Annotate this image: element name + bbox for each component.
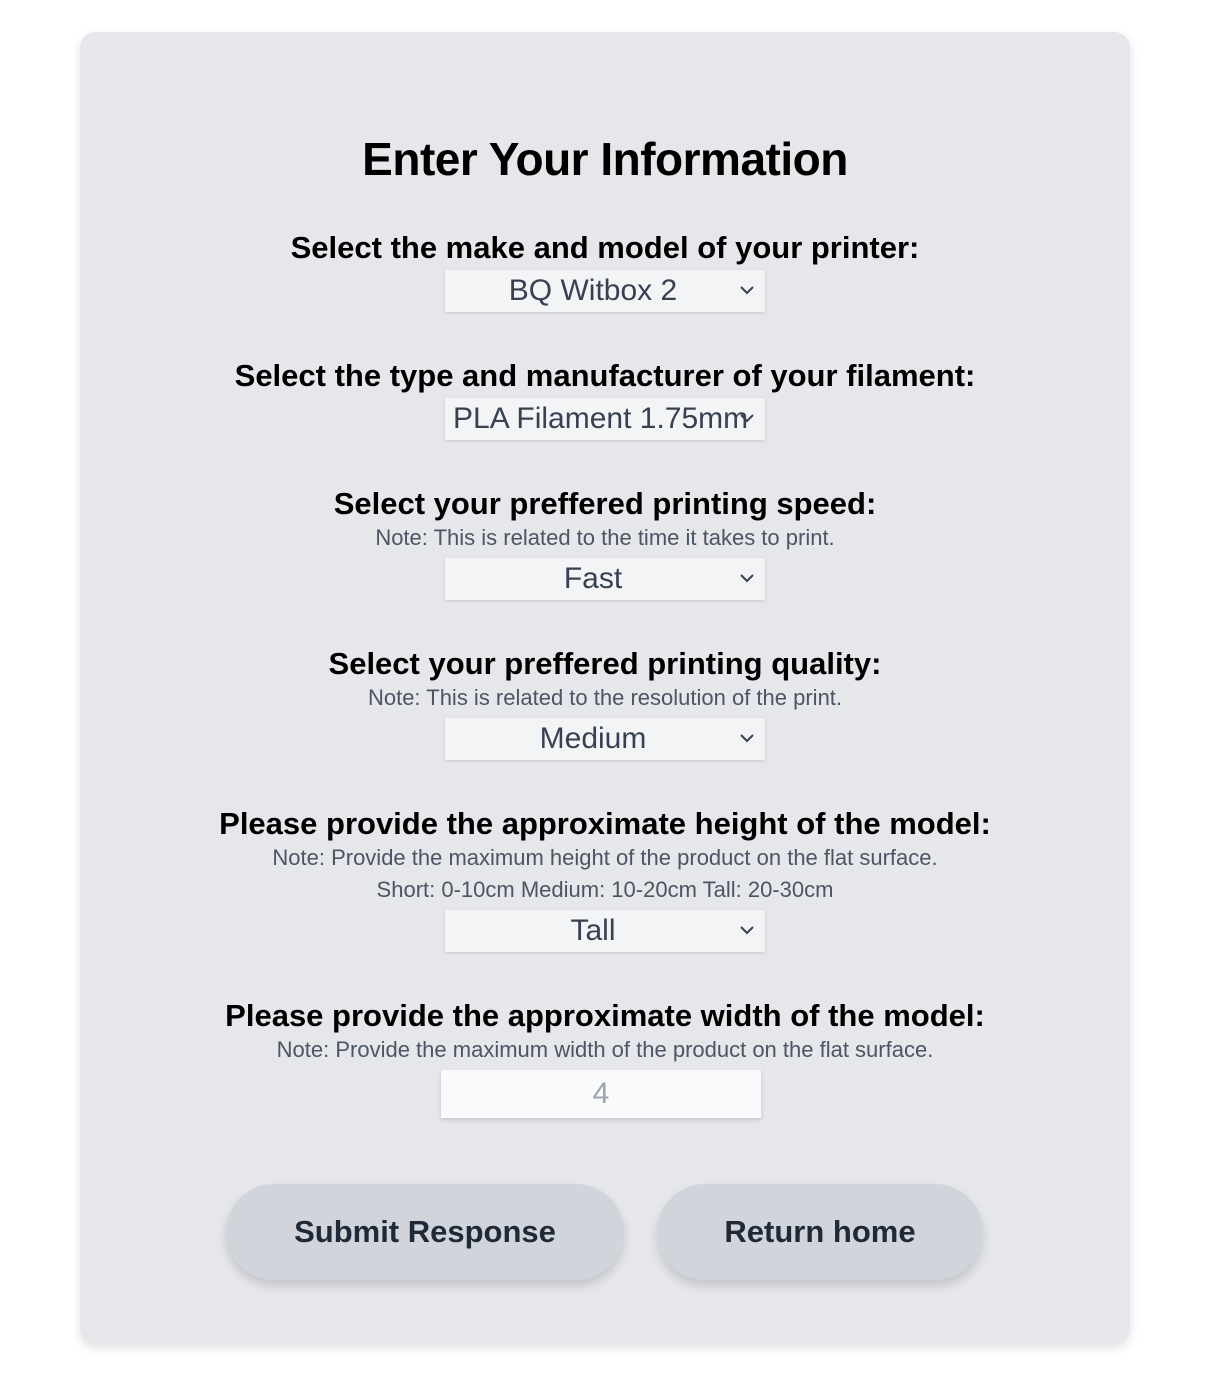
width-input[interactable] [441, 1070, 761, 1118]
page-title: Enter Your Information [362, 133, 848, 185]
filament-select-value: PLA Filament 1.75mm [453, 402, 749, 435]
chevron-down-icon [740, 574, 754, 583]
form-card: Enter Your Information Select the make a… [80, 32, 1130, 1344]
quality-section: Select your preffered printing quality: … [80, 646, 1130, 760]
chevron-down-icon [740, 926, 754, 935]
chevron-down-icon [740, 286, 754, 295]
quality-note: Note: This is related to the resolution … [367, 685, 843, 710]
chevron-down-icon [740, 414, 754, 423]
speed-label: Select your preffered printing speed: [333, 486, 877, 521]
chevron-down-icon [740, 734, 754, 743]
height-note: Note: Provide the maximum height of the … [272, 845, 938, 870]
width-label: Please provide the approximate width of … [225, 998, 985, 1033]
printer-select-value: BQ Witbox 2 [508, 274, 678, 307]
quality-label: Select your preffered printing quality: [328, 646, 882, 681]
filament-label: Select the type and manufacturer of your… [234, 358, 976, 393]
quality-select[interactable]: Medium [445, 718, 765, 760]
height-ranges-note: Short: 0-10cm Medium: 10-20cm Tall: 20-3… [376, 877, 834, 902]
printer-label: Select the make and model of your printe… [290, 230, 920, 265]
quality-select-value: Medium [539, 722, 647, 755]
height-select[interactable]: Tall [445, 910, 765, 952]
submit-response-button[interactable]: Submit Response [226, 1184, 624, 1280]
speed-select-value: Fast [563, 562, 623, 595]
height-select-value: Tall [570, 914, 616, 947]
filament-section: Select the type and manufacturer of your… [80, 358, 1130, 440]
filament-select[interactable]: PLA Filament 1.75mm [445, 398, 765, 440]
printer-section: Select the make and model of your printe… [80, 230, 1130, 312]
speed-note: Note: This is related to the time it tak… [375, 525, 835, 550]
width-note: Note: Provide the maximum width of the p… [276, 1037, 934, 1062]
speed-section: Select your preffered printing speed: No… [80, 486, 1130, 600]
speed-select[interactable]: Fast [445, 558, 765, 600]
width-section: Please provide the approximate width of … [80, 998, 1130, 1118]
height-label: Please provide the approximate height of… [219, 806, 991, 841]
height-section: Please provide the approximate height of… [80, 806, 1130, 952]
printer-select[interactable]: BQ Witbox 2 [445, 270, 765, 312]
return-home-button[interactable]: Return home [657, 1184, 983, 1280]
